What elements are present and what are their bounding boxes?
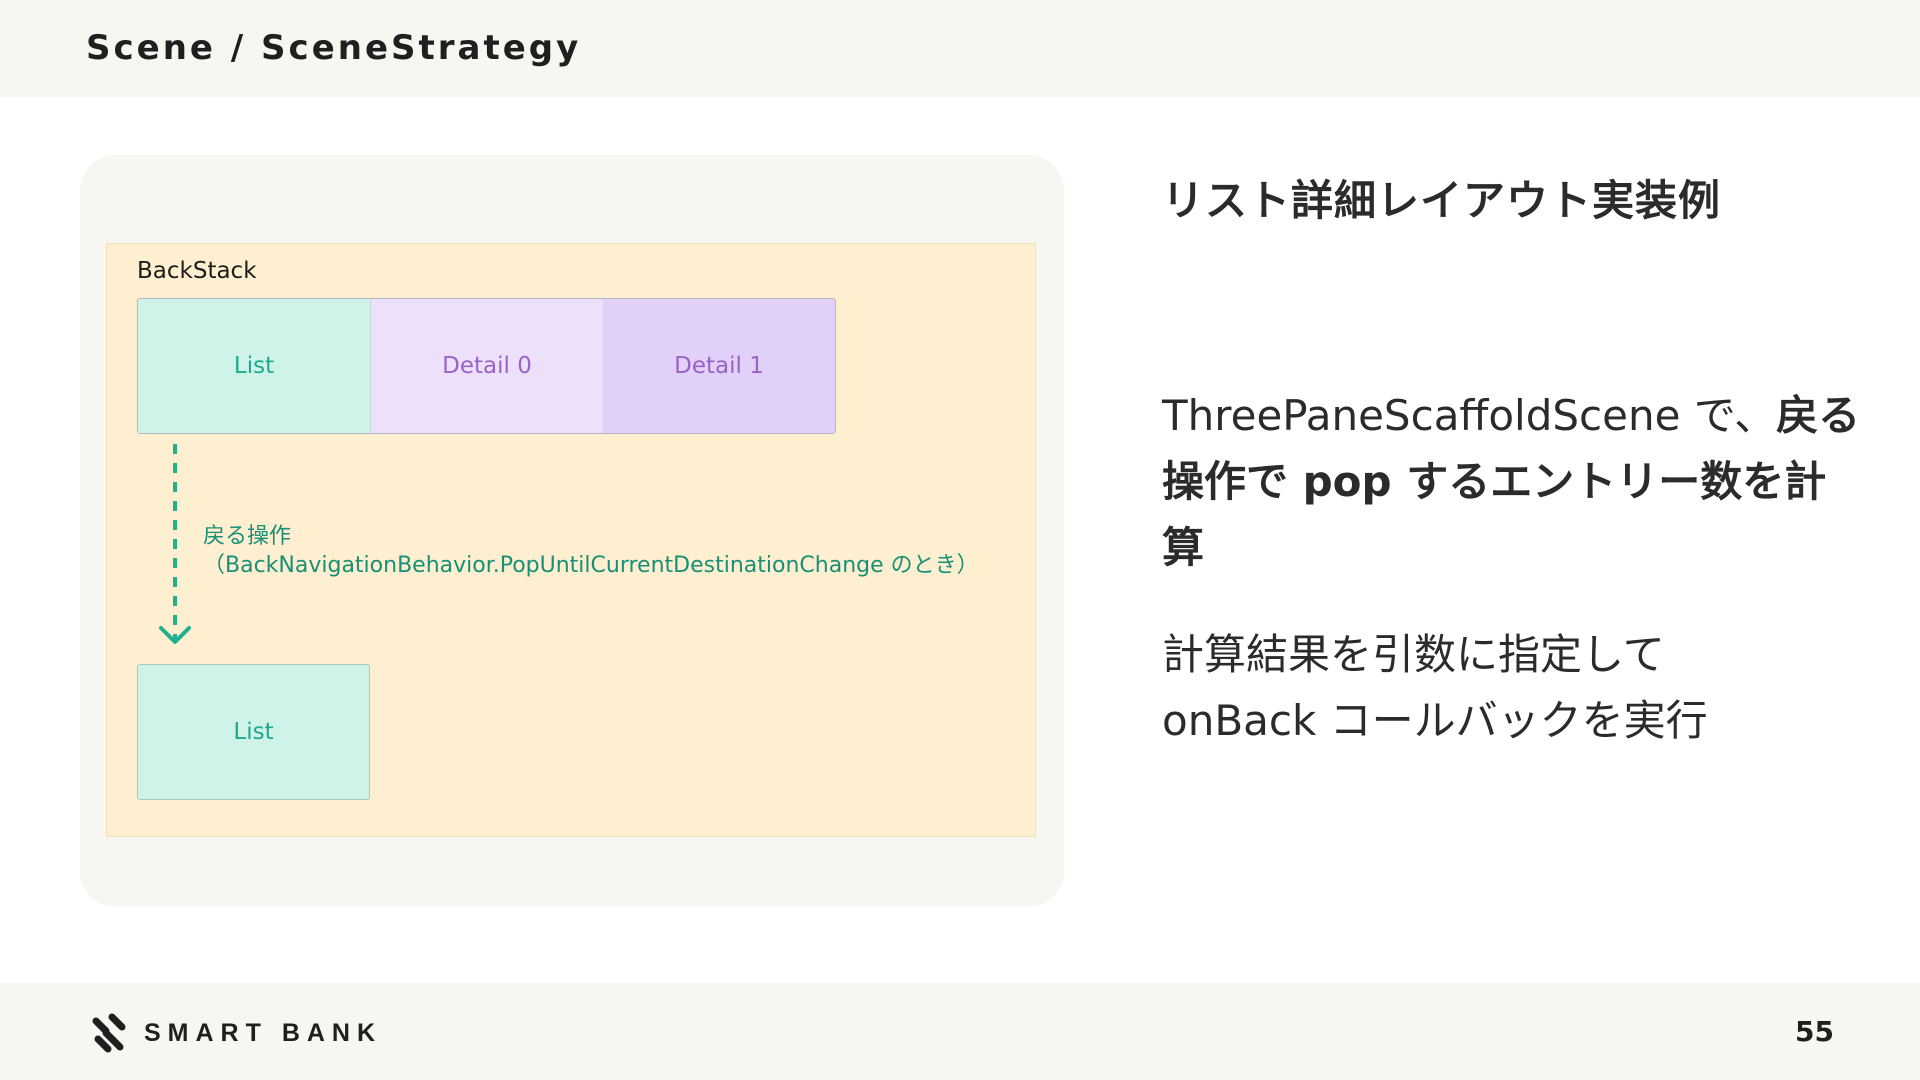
- back-operation-condition: （BackNavigationBehavior.PopUntilCurrentD…: [203, 553, 979, 578]
- backstack-label: BackStack: [137, 258, 257, 284]
- slide-heading: リスト詳細レイアウト実装例: [1162, 176, 1722, 225]
- page-number: 55: [1795, 1015, 1834, 1048]
- breadcrumb: Scene / SceneStrategy: [86, 28, 582, 68]
- para1-normal: ThreePaneScaffoldScene で、: [1162, 391, 1777, 440]
- entry-detail-1: Detail 1: [603, 299, 835, 433]
- footer-bar: SMART BANK 55: [0, 983, 1920, 1080]
- back-operation-label: 戻る操作 （BackNavigationBehavior.PopUntilCur…: [203, 522, 979, 580]
- para2-line-2: onBack コールバックを実行: [1162, 696, 1708, 745]
- description-paragraph-2: 計算結果を引数に指定して onBack コールバックを実行: [1162, 622, 1862, 754]
- result-entry-list: List: [137, 664, 370, 800]
- backstack-container: BackStack List Detail 0 Detail 1 戻る操作 （B…: [106, 243, 1036, 837]
- logo-text: SMART BANK: [144, 1018, 383, 1047]
- entry-detail-0: Detail 0: [371, 299, 603, 433]
- para2-line-1: 計算結果を引数に指定して: [1162, 630, 1665, 679]
- backstack-entries: List Detail 0 Detail 1: [137, 298, 836, 434]
- company-logo: SMART BANK: [92, 1013, 382, 1053]
- smartbank-logo-icon: [92, 1013, 126, 1053]
- entry-list: List: [138, 299, 371, 433]
- header-bar: Scene / SceneStrategy: [0, 0, 1920, 97]
- description-paragraph-1: ThreePaneScaffoldScene で、戻る操作で pop するエント…: [1162, 383, 1862, 581]
- diagram-card: BackStack List Detail 0 Detail 1 戻る操作 （B…: [80, 155, 1064, 907]
- back-operation-title: 戻る操作: [203, 524, 292, 549]
- back-arrow-icon: [159, 444, 191, 644]
